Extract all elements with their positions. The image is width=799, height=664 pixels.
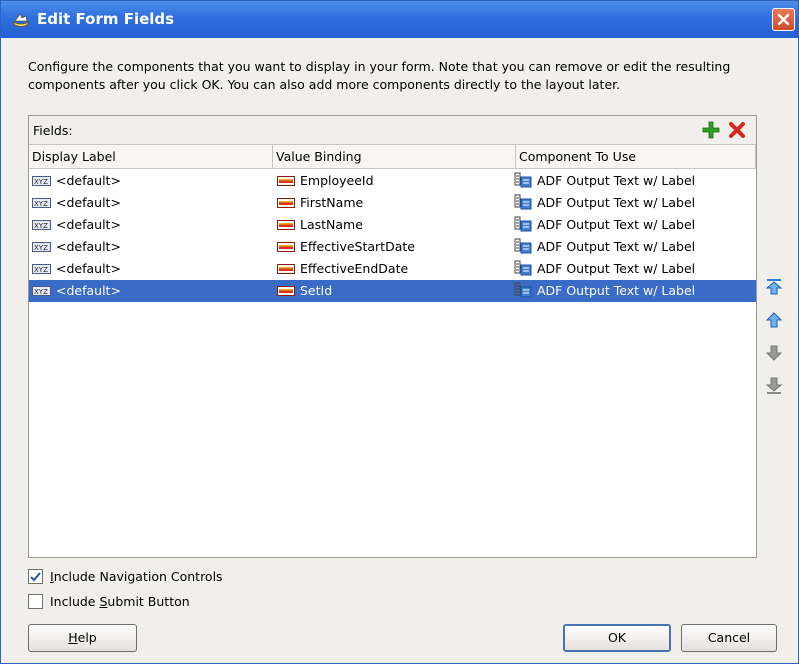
text-field-icon: XYZ [32, 286, 51, 296]
fields-panel: Fields: Display Label Value Binding Comp… [28, 115, 757, 558]
description-line-1: Configure the components that you want t… [28, 59, 731, 74]
column-header-display-label[interactable]: Display Label [29, 145, 273, 169]
display-label-text: <default> [56, 217, 121, 232]
value-binding-text: EffectiveEndDate [300, 261, 409, 276]
value-binding-cell[interactable]: EffectiveStartDate [277, 236, 415, 258]
fields-label: Fields: [33, 123, 73, 138]
value-binding-text: LastName [300, 217, 363, 232]
column-header-component[interactable]: Component To Use [516, 145, 756, 169]
close-button[interactable] [772, 8, 795, 31]
text-field-icon: XYZ [32, 242, 51, 252]
attribute-binding-icon [277, 198, 295, 208]
display-label-cell[interactable]: XYZ <default> [32, 236, 121, 258]
description-line-2: components after you click OK. You can a… [28, 77, 621, 92]
table-row[interactable]: XYZ <default> EffectiveStartDate ADF Output… [29, 236, 756, 258]
help-button[interactable]: Help [28, 624, 137, 652]
value-binding-text: FirstName [300, 195, 364, 210]
component-text: ADF Output Text w/ Label [537, 217, 696, 232]
display-label-text: <default> [56, 173, 121, 188]
move-to-bottom-icon[interactable] [764, 376, 784, 396]
component-cell[interactable]: ADF Output Text w/ Label [514, 170, 695, 192]
move-up-icon[interactable] [764, 310, 784, 330]
table-row[interactable]: XYZ <default> SetId ADF Output Text w/ Labe… [29, 280, 756, 302]
attribute-binding-icon [277, 264, 295, 274]
jdeveloper-icon [11, 13, 31, 27]
component-text: ADF Output Text w/ Label [537, 239, 696, 254]
value-binding-text: EmployeeId [300, 173, 374, 188]
ok-button[interactable]: OK [563, 624, 671, 652]
cancel-button[interactable]: Cancel [681, 624, 777, 652]
fields-toolbar: Fields: [29, 116, 756, 145]
table-row[interactable]: XYZ <default> FirstName ADF Output Text w/ … [29, 192, 756, 214]
display-label-text: <default> [56, 283, 121, 298]
svg-text:XYZ: XYZ [34, 244, 48, 252]
component-cell[interactable]: ADF Output Text w/ Label [514, 280, 695, 302]
move-to-top-icon[interactable] [764, 277, 784, 297]
svg-text:XYZ: XYZ [34, 266, 48, 274]
column-header-value-binding[interactable]: Value Binding [273, 145, 516, 169]
delete-icon[interactable] [727, 120, 747, 140]
adf-output-text-icon [514, 282, 532, 298]
svg-text:XYZ: XYZ [34, 288, 48, 296]
value-binding-cell[interactable]: EffectiveEndDate [277, 258, 408, 280]
component-cell[interactable]: ADF Output Text w/ Label [514, 214, 695, 236]
display-label-text: <default> [56, 195, 121, 210]
adf-output-text-icon [514, 238, 532, 254]
text-field-icon: XYZ [32, 264, 51, 274]
value-binding-cell[interactable]: FirstName [277, 192, 363, 214]
component-text: ADF Output Text w/ Label [537, 283, 696, 298]
edit-form-fields-dialog: Edit Form Fields Configure the component… [0, 0, 799, 664]
display-label-cell[interactable]: XYZ <default> [32, 214, 121, 236]
component-text: ADF Output Text w/ Label [537, 261, 696, 276]
value-binding-cell[interactable]: LastName [277, 214, 363, 236]
close-icon [777, 13, 790, 26]
dialog-title: Edit Form Fields [37, 10, 175, 28]
text-field-icon: XYZ [32, 198, 51, 208]
table-row[interactable]: XYZ <default> LastName ADF Output Text w/ L… [29, 214, 756, 236]
attribute-binding-icon [277, 220, 295, 230]
value-binding-cell[interactable]: SetId [277, 280, 332, 302]
attribute-binding-icon [277, 286, 295, 296]
adf-output-text-icon [514, 172, 532, 188]
attribute-binding-icon [277, 242, 295, 252]
adf-output-text-icon [514, 260, 532, 276]
move-down-icon[interactable] [764, 343, 784, 363]
value-binding-text: EffectiveStartDate [300, 239, 415, 254]
component-cell[interactable]: ADF Output Text w/ Label [514, 258, 695, 280]
title-bar[interactable]: Edit Form Fields [1, 1, 798, 38]
text-field-icon: XYZ [32, 176, 51, 186]
table-row[interactable]: XYZ <default> EmployeeId ADF Output Text w/… [29, 170, 756, 192]
svg-text:XYZ: XYZ [34, 178, 48, 186]
component-text: ADF Output Text w/ Label [537, 195, 696, 210]
adf-output-text-icon [514, 216, 532, 232]
checkbox-box[interactable] [28, 569, 43, 584]
component-text: ADF Output Text w/ Label [537, 173, 696, 188]
display-label-text: <default> [56, 261, 121, 276]
text-field-icon: XYZ [32, 220, 51, 230]
attribute-binding-icon [277, 176, 295, 186]
display-label-cell[interactable]: XYZ <default> [32, 280, 121, 302]
dialog-description: Configure the components that you want t… [28, 58, 778, 94]
value-binding-text: SetId [300, 283, 333, 298]
checkmark-icon [30, 572, 41, 582]
component-cell[interactable]: ADF Output Text w/ Label [514, 236, 695, 258]
display-label-cell[interactable]: XYZ <default> [32, 192, 121, 214]
svg-text:XYZ: XYZ [34, 200, 48, 208]
checkbox-box[interactable] [28, 594, 43, 609]
include-submit-button-label: Include Submit Button [50, 594, 190, 609]
include-navigation-controls-label: Include Navigation Controls [50, 569, 223, 584]
value-binding-cell[interactable]: EmployeeId [277, 170, 374, 192]
table-row[interactable]: XYZ <default> EffectiveEndDate ADF Output T… [29, 258, 756, 280]
display-label-cell[interactable]: XYZ <default> [32, 170, 121, 192]
adf-output-text-icon [514, 194, 532, 210]
component-cell[interactable]: ADF Output Text w/ Label [514, 192, 695, 214]
display-label-cell[interactable]: XYZ <default> [32, 258, 121, 280]
svg-text:XYZ: XYZ [34, 222, 48, 230]
add-icon[interactable] [701, 120, 721, 140]
display-label-text: <default> [56, 239, 121, 254]
